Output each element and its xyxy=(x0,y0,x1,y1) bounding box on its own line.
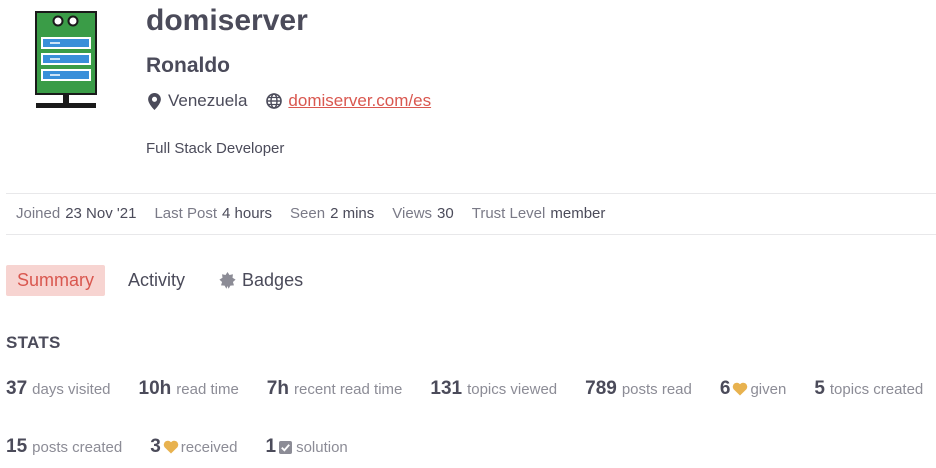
stat-topics-viewed: 131 topics viewed xyxy=(430,378,557,400)
detail-label: Seen xyxy=(290,205,326,222)
profile-bio: Full Stack Developer xyxy=(146,140,285,157)
stat-value: 131 xyxy=(430,378,463,399)
detail-trust-level: Trust Level member xyxy=(472,205,606,222)
heart-icon xyxy=(163,440,179,454)
stat-label: posts created xyxy=(32,439,123,456)
avatar[interactable] xyxy=(30,10,102,118)
stat-label: given xyxy=(750,381,787,398)
detail-value: 23 Nov '21 xyxy=(65,205,137,222)
stat-value: 789 xyxy=(585,378,617,399)
profile-username: domiserver xyxy=(146,4,308,37)
detail-seen: Seen 2 mins xyxy=(290,205,374,222)
certificate-icon xyxy=(219,272,236,289)
detail-label: Views xyxy=(392,205,433,222)
globe-icon xyxy=(266,93,283,109)
stat-topics-created: 5 topics created xyxy=(814,378,923,400)
tab-activity[interactable]: Activity xyxy=(117,265,196,296)
profile-full-name: Ronaldo xyxy=(146,54,230,77)
stats-row: 37 days visited 10h read time 7h recent rea… xyxy=(6,378,923,400)
tab-summary[interactable]: Summary xyxy=(6,265,106,296)
divider xyxy=(6,234,936,235)
divider xyxy=(6,193,936,194)
heart-icon xyxy=(733,382,748,396)
detail-value: 4 hours xyxy=(222,205,273,222)
stat-solutions: 1 solution xyxy=(265,436,347,458)
profile-website: domiserver.com/es xyxy=(266,91,431,111)
stat-label: days visited xyxy=(32,381,111,398)
tab-badges-label: Badges xyxy=(242,270,304,290)
stats-row: 15 posts created 3 received 1 solution xyxy=(6,436,348,458)
stat-label: recent read time xyxy=(293,381,403,398)
detail-value: member xyxy=(550,205,606,222)
profile-meta: Venezuela domiserver.com/es xyxy=(148,91,431,111)
location-text: Venezuela xyxy=(168,91,248,110)
stat-posts-read: 789 posts read xyxy=(585,378,692,400)
stats-heading: STATS xyxy=(6,333,61,352)
profile-details: Joined 23 Nov '21 Last Post 4 hours Seen 2 … xyxy=(16,205,605,222)
stat-value: 15 xyxy=(6,436,28,457)
stat-value: 1 xyxy=(265,436,277,457)
stat-label: topics created xyxy=(829,381,924,398)
detail-value: 2 mins xyxy=(330,205,375,222)
stat-value: 6 xyxy=(719,378,731,399)
stat-value: 7h xyxy=(266,378,289,399)
user-nav-tabs: Summary Activity Badges xyxy=(6,265,314,296)
detail-value: 30 xyxy=(437,205,454,222)
stat-days-visited: 37 days visited xyxy=(6,378,111,400)
stat-posts-created: 15 posts created xyxy=(6,436,122,458)
detail-label: Trust Level xyxy=(471,205,546,222)
checkbox-icon xyxy=(279,441,293,454)
stat-read-time: 10h read time xyxy=(139,378,239,400)
tab-badges[interactable]: Badges xyxy=(208,265,314,296)
stat-likes-given: 6 given xyxy=(720,378,786,400)
detail-joined: Joined 23 Nov '21 xyxy=(16,205,136,222)
stat-label: topics viewed xyxy=(467,381,558,398)
stat-value: 10h xyxy=(138,378,172,399)
stat-value: 37 xyxy=(6,378,28,399)
stat-likes-received: 3 received xyxy=(150,436,237,458)
detail-label: Joined xyxy=(16,205,61,222)
detail-label: Last Post xyxy=(154,205,217,222)
stat-label: posts read xyxy=(621,381,692,398)
stat-label: received xyxy=(180,439,238,456)
detail-last-post: Last Post 4 hours xyxy=(154,205,272,222)
profile-location: Venezuela xyxy=(148,91,247,111)
stat-recent-read-time: 7h recent read time xyxy=(267,378,403,400)
detail-views: Views 30 xyxy=(392,205,453,222)
stat-label: solution xyxy=(296,439,348,456)
stat-value: 5 xyxy=(814,378,825,399)
map-marker-icon xyxy=(148,92,161,110)
website-link[interactable]: domiserver.com/es xyxy=(288,91,431,111)
stat-value: 3 xyxy=(150,436,161,457)
stat-label: read time xyxy=(176,381,239,398)
